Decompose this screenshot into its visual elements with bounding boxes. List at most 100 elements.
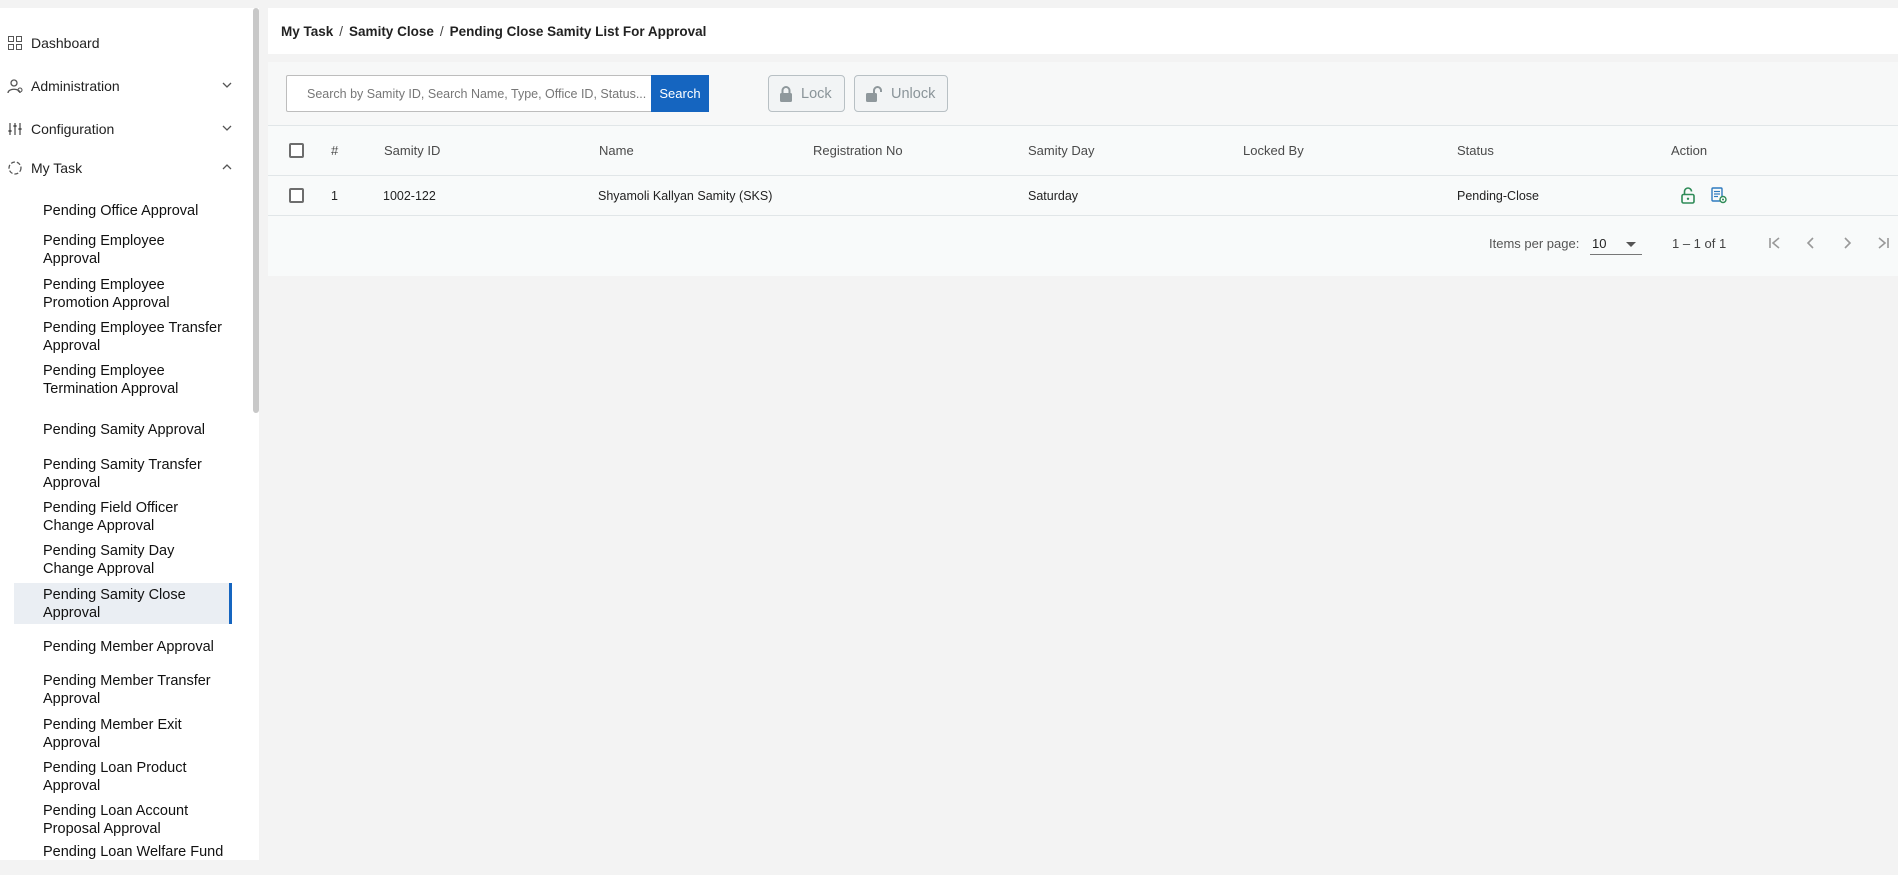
sidebar-item-label: Pending Samity Transfer Approval: [43, 457, 202, 491]
last-page-icon: [1878, 237, 1889, 249]
sidebar-item-dashboard[interactable]: Dashboard: [0, 29, 250, 57]
column-header-action: Action: [1671, 143, 1708, 158]
breadcrumb-my-task[interactable]: My Task: [281, 24, 333, 39]
sidebar-item-pending-samity-transfer-approval[interactable]: Pending Samity Transfer Approval: [14, 454, 232, 494]
column-header-name[interactable]: Name: [599, 126, 634, 175]
row-samity-id: 1002-122: [383, 188, 436, 203]
sidebar-item-label: Pending Samity Close Approval: [43, 586, 186, 621]
sidebar-item-label: Pending Member Transfer Approval: [43, 673, 211, 707]
task-circle-icon: [7, 160, 23, 176]
row-checkbox[interactable]: [289, 188, 304, 203]
sidebar-item-label: Pending Office Approval: [43, 203, 199, 219]
breadcrumb-current-page: Pending Close Samity List For Approval: [449, 23, 707, 39]
sidebar-item-pending-employee-promotion-approval[interactable]: Pending Employee Promotion Approval: [14, 274, 232, 314]
row-samity-day: Saturday: [1028, 188, 1079, 203]
chevron-down-icon: [220, 78, 234, 92]
lock-button-label: Lock: [801, 85, 832, 102]
sidebar-item-pending-loan-product-approval[interactable]: Pending Loan Product Approval: [14, 757, 232, 797]
paginator: Items per page: 10 1 – 1 of 1: [268, 224, 1898, 274]
toolbar: Search Lock Unlock: [268, 62, 1898, 126]
sidebar: Dashboard Administration Configuration M…: [0, 8, 259, 860]
sidebar-item-label: Pending Employee Promotion Approval: [43, 277, 170, 311]
sidebar-item-label: Pending Loan Product Approval: [43, 760, 187, 794]
sidebar-item-administration[interactable]: Administration: [0, 72, 250, 100]
row-select-cell: [289, 176, 304, 215]
first-page-icon: [1769, 237, 1780, 249]
sidebar-item-label: Pending Samity Day Change Approval: [43, 543, 175, 577]
chevron-right-icon: [1844, 237, 1852, 249]
table-header-row: # Samity ID Name Registration No Samity …: [268, 126, 1898, 176]
row-status: Pending-Close: [1457, 188, 1539, 203]
items-per-page-value: 10: [1592, 236, 1607, 251]
samity-table: # Samity ID Name Registration No Samity …: [268, 126, 1898, 276]
first-page-button[interactable]: [1762, 230, 1788, 256]
sidebar-item-my-task[interactable]: My Task: [0, 154, 250, 182]
next-page-button[interactable]: [1834, 230, 1860, 256]
row-name: Shyamoli Kallyan Samity (SKS): [598, 188, 773, 203]
search-button[interactable]: Search: [651, 75, 709, 112]
column-header-locked-by[interactable]: Locked By: [1243, 126, 1304, 175]
dropdown-caret-icon: [1626, 242, 1636, 247]
unlock-icon: [865, 85, 883, 102]
unlock-button[interactable]: Unlock: [854, 75, 949, 112]
chevron-left-icon: [1806, 237, 1814, 249]
sidebar-item-label: Pending Field Officer Change Approval: [43, 500, 179, 534]
sliders-icon: [7, 121, 23, 137]
sidebar-item-label: My Task: [31, 160, 83, 176]
last-page-button[interactable]: [1870, 230, 1896, 256]
sidebar-item-label: Pending Loan Welfare Fund Approval: [43, 844, 224, 860]
select-all-cell: [289, 126, 304, 175]
column-header-samity-id[interactable]: Samity ID: [384, 126, 440, 175]
sidebar-item-pending-loan-welfare-fund-approval[interactable]: Pending Loan Welfare Fund Approval: [14, 843, 232, 860]
column-header-status[interactable]: Status: [1457, 126, 1494, 175]
sidebar-item-label: Configuration: [31, 121, 115, 137]
sidebar-scrollbar[interactable]: [253, 8, 259, 413]
chevron-up-icon: [220, 160, 234, 174]
sidebar-item-pending-samity-approval[interactable]: Pending Samity Approval: [14, 415, 232, 445]
sidebar-item-configuration[interactable]: Configuration: [0, 115, 250, 143]
sidebar-item-pending-member-exit-approval[interactable]: Pending Member Exit Approval: [14, 714, 232, 754]
sidebar-item-label: Pending Member Exit Approval: [43, 717, 182, 751]
sidebar-item-label: Pending Employee Transfer Approval: [43, 320, 222, 354]
sidebar-item-label: Administration: [31, 78, 120, 94]
sidebar-item-label: Dashboard: [31, 35, 100, 51]
chevron-down-icon: [220, 121, 234, 135]
select-all-checkbox[interactable]: [289, 143, 304, 158]
sidebar-item-pending-samity-day-change-approval[interactable]: Pending Samity Day Change Approval: [14, 540, 232, 580]
previous-page-button[interactable]: [1798, 230, 1824, 256]
items-per-page-label: Items per page:: [1489, 236, 1580, 251]
page-range: 1 – 1 of 1: [1672, 236, 1727, 251]
sidebar-item-pending-employee-approval[interactable]: Pending Employee Approval: [14, 230, 214, 270]
sidebar-item-pending-loan-account-proposal-approval[interactable]: Pending Loan Account Proposal Approval: [14, 800, 232, 840]
unlock-icon[interactable]: [1678, 186, 1698, 206]
document-view-icon[interactable]: [1709, 186, 1729, 206]
breadcrumb: My Task / Samity Close / Pending Close S…: [268, 8, 1898, 54]
lock-icon: [779, 85, 793, 102]
sidebar-item-pending-field-officer-change-approval[interactable]: Pending Field Officer Change Approval: [14, 497, 232, 537]
column-header-samity-day[interactable]: Samity Day: [1028, 126, 1094, 175]
lock-button[interactable]: Lock: [768, 75, 845, 112]
sidebar-item-pending-samity-close-approval[interactable]: Pending Samity Close Approval: [14, 583, 232, 624]
sidebar-item-pending-member-transfer-approval[interactable]: Pending Member Transfer Approval: [14, 670, 232, 710]
table-row[interactable]: 1 1002-122 Shyamoli Kallyan Samity (SKS)…: [268, 176, 1898, 216]
column-header-registration-no[interactable]: Registration No: [813, 126, 903, 175]
sidebar-item-pending-member-approval[interactable]: Pending Member Approval: [14, 632, 232, 662]
breadcrumb-separator: /: [439, 23, 444, 39]
sidebar-item-label: Pending Samity Approval: [43, 422, 206, 438]
sidebar-item-pending-employee-termination-approval[interactable]: Pending Employee Termination Approval: [14, 360, 232, 400]
row-actions: [1678, 176, 1740, 215]
items-per-page-select[interactable]: 10: [1590, 233, 1642, 255]
breadcrumb-samity-close[interactable]: Samity Close: [349, 24, 434, 39]
sidebar-item-pending-office-approval[interactable]: Pending Office Approval: [14, 196, 232, 226]
column-header-number[interactable]: #: [331, 126, 338, 175]
users-cog-icon: [7, 78, 23, 94]
sidebar-item-label: Pending Loan Account Proposal Approval: [43, 803, 189, 837]
sidebar-item-label: Pending Member Approval: [43, 639, 214, 655]
search-box: Search: [286, 75, 709, 112]
unlock-button-label: Unlock: [891, 85, 936, 102]
search-input[interactable]: [287, 76, 651, 111]
sidebar-item-label: Pending Employee Termination Approval: [43, 363, 179, 397]
row-number: 1: [331, 188, 338, 203]
sidebar-item-pending-employee-transfer-approval[interactable]: Pending Employee Transfer Approval: [14, 317, 232, 357]
grid-icon: [7, 35, 23, 51]
